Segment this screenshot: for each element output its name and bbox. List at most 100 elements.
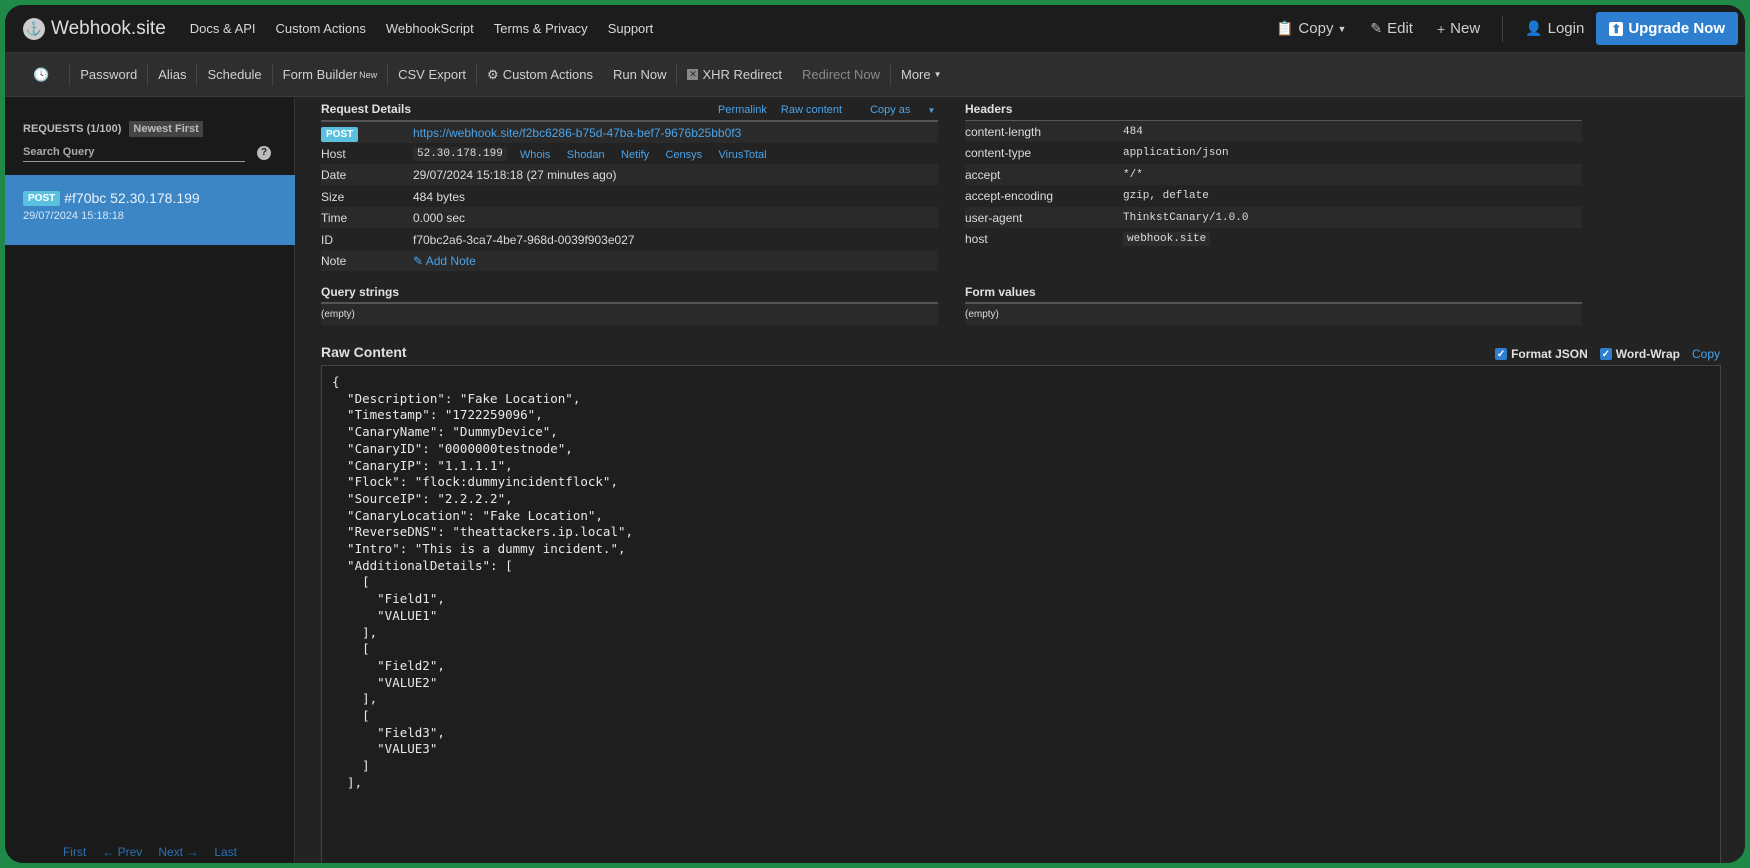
new-button[interactable]: + New	[1437, 20, 1480, 37]
request-item-line: POST #f70bc 52.30.178.199	[23, 190, 277, 206]
custom-actions-label: Custom Actions	[502, 67, 594, 82]
request-item-title: #f70bc 52.30.178.199	[64, 190, 200, 206]
add-note-button[interactable]: ✎ Add Note	[413, 254, 476, 268]
query-empty-row: (empty)	[321, 304, 938, 325]
nav-webhookscript[interactable]: WebhookScript	[386, 21, 474, 36]
nav-custom-actions[interactable]: Custom Actions	[276, 21, 366, 36]
requests-header: REQUESTS (1/100) Newest First	[5, 97, 294, 137]
run-now-button[interactable]: Run Now	[603, 64, 676, 86]
request-item-date: 29/07/2024 15:18:18	[23, 210, 124, 222]
time-row: Time 0.000 sec	[321, 207, 938, 228]
brand-name: Webhook.site	[51, 17, 166, 39]
pager-prev[interactable]: ← Prev	[102, 845, 142, 859]
upgrade-icon: ⬆	[1609, 21, 1624, 36]
header-row: user-agent ThinkstCanary/1.0.0	[965, 207, 1582, 228]
clipboard-icon: 📋	[1275, 20, 1294, 36]
csv-export-button[interactable]: CSV Export	[387, 63, 476, 86]
nav-terms-privacy[interactable]: Terms & Privacy	[494, 21, 588, 36]
headers-title: Headers	[965, 102, 1013, 116]
raw-content-title: Raw Content	[321, 344, 407, 360]
help-icon[interactable]: ?	[257, 145, 271, 160]
header-value: webhook.site	[1123, 231, 1211, 246]
method-badge: POST	[23, 190, 61, 206]
alias-button[interactable]: Alias	[147, 63, 196, 86]
pager-last[interactable]: Last	[214, 845, 237, 859]
header-value: application/json	[1123, 146, 1229, 159]
shodan-link[interactable]: Shodan	[567, 149, 605, 161]
chevron-down-icon: ▼	[927, 106, 936, 115]
date-row: Date 29/07/2024 15:18:18 (27 minutes ago…	[321, 164, 938, 185]
format-json-label: Format JSON	[1511, 347, 1588, 361]
brand[interactable]: ⚓ Webhook.site	[23, 17, 166, 40]
form-builder-button[interactable]: Form Builder New	[271, 63, 387, 86]
nav-support[interactable]: Support	[608, 21, 654, 36]
request-list-item[interactable]: POST #f70bc 52.30.178.199 29/07/2024 15:…	[5, 175, 295, 245]
nav-links: Docs & API Custom Actions WebhookScript …	[180, 21, 663, 36]
size-value: 484 bytes	[413, 189, 466, 204]
whois-link[interactable]: Whois	[520, 149, 551, 161]
header-key: user-agent	[965, 210, 1023, 225]
censys-link[interactable]: Censys	[665, 149, 702, 161]
copy-as-menu[interactable]: Copy as ▼	[856, 104, 935, 116]
requests-count: REQUESTS (1/100)	[23, 123, 122, 135]
more-label: More	[900, 67, 931, 82]
custom-actions-button[interactable]: ⚙ Custom Actions	[476, 63, 603, 86]
host-ip: 52.30.178.199	[413, 146, 507, 161]
size-row: Size 484 bytes	[321, 186, 938, 207]
url-row: POST https://webhook.site/f2bc6286-b75d-…	[321, 122, 938, 143]
size-label: Size	[321, 189, 345, 204]
form-builder-label: Form Builder	[282, 67, 358, 82]
pagination: First ← Prev Next → Last	[5, 845, 295, 859]
gear-icon: ⚙	[487, 66, 499, 82]
host-row: Host 52.30.178.199 Whois Shodan Netify C…	[321, 143, 938, 164]
more-menu-button[interactable]: More ▼	[889, 63, 952, 86]
method-label: POST	[321, 126, 359, 142]
raw-content-body[interactable]: { "Description": "Fake Location", "Times…	[321, 365, 1721, 863]
header-key: accept-encoding	[965, 188, 1054, 203]
main-content: Request Details Permalink Raw content Co…	[296, 97, 1745, 863]
date-label: Date	[321, 167, 347, 182]
note-row: Note ✎ Add Note	[321, 250, 938, 271]
copy-menu-button[interactable]: 📋 Copy ▼	[1276, 20, 1346, 37]
nav-divider	[1502, 15, 1504, 42]
close-box-icon: ✕	[687, 69, 699, 80]
permalink-link[interactable]: Permalink	[718, 104, 767, 116]
pager-first[interactable]: First	[63, 845, 86, 859]
upgrade-label: Upgrade Now	[1628, 20, 1725, 37]
nav-docs-api[interactable]: Docs & API	[190, 21, 256, 36]
redirect-now-button[interactable]: Redirect Now	[792, 64, 890, 86]
virustotal-link[interactable]: VirusTotal	[719, 149, 767, 161]
chevron-down-icon: ▼	[1337, 23, 1347, 34]
login-button[interactable]: 👤 Login	[1525, 20, 1584, 37]
top-nav: ⚓ Webhook.site Docs & API Custom Actions…	[5, 5, 1745, 53]
edit-button[interactable]: ✎ Edit	[1370, 20, 1413, 37]
form-empty: (empty)	[965, 309, 999, 320]
note-label: Note	[321, 253, 347, 268]
upgrade-button[interactable]: ⬆ Upgrade Now	[1596, 12, 1738, 45]
copy-raw-button[interactable]: Copy	[1692, 347, 1720, 361]
request-details-links: Permalink Raw content Copy as ▼	[704, 104, 935, 116]
new-label: New	[1450, 20, 1481, 37]
format-json-checkbox[interactable]: ✓	[1495, 348, 1508, 360]
webhook-logo-icon: ⚓	[23, 17, 45, 40]
header-key: host	[965, 231, 988, 246]
sort-toggle[interactable]: Newest First	[129, 121, 203, 137]
pager-next[interactable]: Next →	[158, 845, 198, 859]
host-label: Host	[321, 146, 346, 161]
xhr-redirect-toggle[interactable]: ✕ XHR Redirect	[676, 63, 791, 86]
toolbar: 🕓 Password Alias Schedule Form Builder N…	[5, 53, 1745, 97]
new-tag: New	[359, 69, 378, 80]
method-badge: POST	[321, 126, 362, 142]
form-empty-row: (empty)	[965, 304, 1582, 325]
password-button[interactable]: Password	[69, 63, 147, 86]
schedule-button[interactable]: Schedule	[196, 63, 271, 86]
netify-link[interactable]: Netify	[621, 149, 649, 161]
header-value: gzip, deflate	[1123, 189, 1209, 202]
search-input[interactable]	[23, 143, 245, 162]
raw-content-link[interactable]: Raw content	[781, 104, 842, 116]
copy-as-label: Copy as	[870, 104, 911, 116]
history-button[interactable]: 🕓	[23, 64, 59, 86]
webhook-url-link[interactable]: https://webhook.site/f2bc6286-b75d-47ba-…	[413, 126, 741, 140]
word-wrap-checkbox[interactable]: ✓	[1599, 348, 1612, 360]
add-note-label: Add Note	[425, 253, 476, 268]
